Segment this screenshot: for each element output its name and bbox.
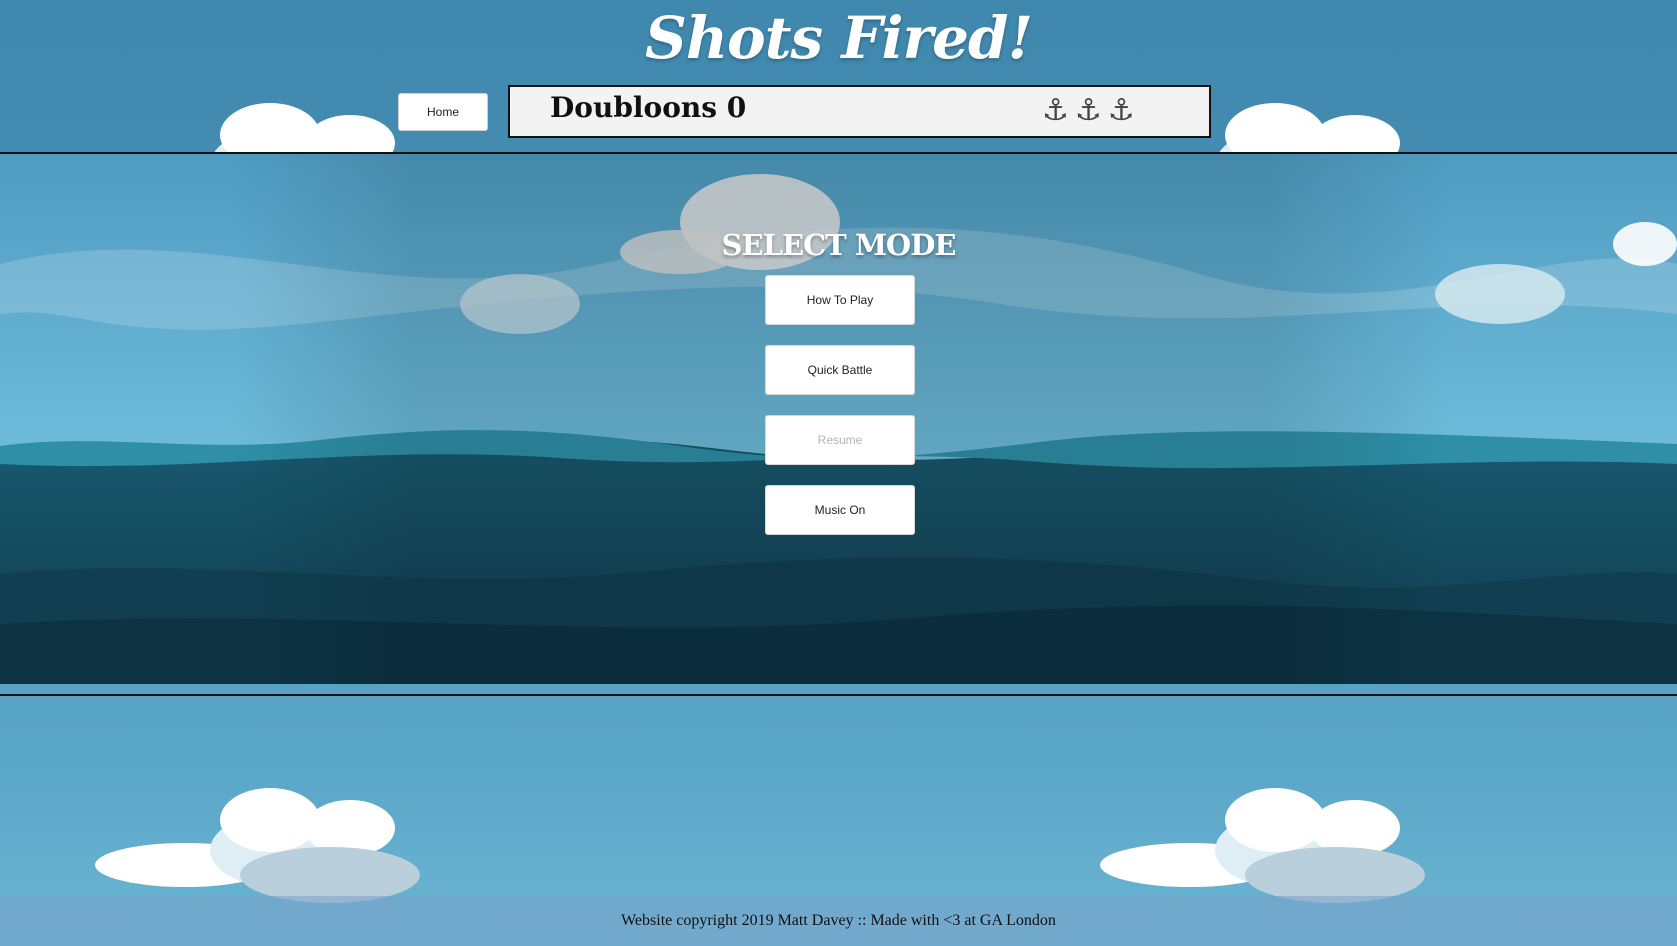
cloud-decoration — [95, 788, 420, 903]
doubloons-counter: Doubloons 0 — [550, 91, 747, 124]
select-mode-heading: SELECT MODE — [721, 228, 957, 262]
score-panel: Doubloons 0 ⚓⚓⚓ — [508, 85, 1211, 138]
home-button[interactable]: Home — [398, 93, 488, 131]
music-toggle-button[interactable]: Music On — [765, 485, 915, 535]
footer-text: Website copyright 2019 Matt Davey :: Mad… — [621, 912, 1056, 929]
how-to-play-button[interactable]: How To Play — [765, 275, 915, 325]
cloud-decoration — [1100, 788, 1425, 903]
footer: Website copyright 2019 Matt Davey :: Mad… — [0, 896, 1677, 946]
lives-anchor-icons: ⚓⚓⚓ — [1042, 93, 1141, 128]
divider-bottom — [0, 694, 1677, 696]
quick-battle-button[interactable]: Quick Battle — [765, 345, 915, 395]
game-title: Shots Fired! — [644, 4, 1033, 72]
resume-button: Resume — [765, 415, 915, 465]
